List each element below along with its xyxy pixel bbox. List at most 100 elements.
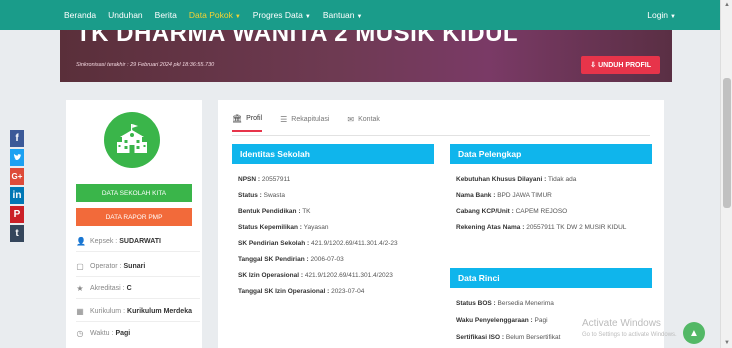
kepemilikan-row: Status Kepemilikan : Yayasan [238, 223, 328, 232]
googleplus-icon[interactable]: G+ [10, 168, 24, 185]
rekening-value: 20557911 TK DW 2 MUSIR KIDUL [526, 224, 627, 231]
pinterest-icon[interactable]: P [10, 206, 24, 223]
data-sekolah-label: DATA SEKOLAH KITA [101, 189, 167, 197]
activate-windows-title: Activate Windows [582, 318, 661, 329]
linkedin-icon[interactable]: in [10, 187, 24, 204]
page-scrollbar[interactable]: ▲ ▼ [720, 0, 732, 348]
scroll-down-icon[interactable]: ▼ [721, 340, 732, 346]
waku-row: Waku Penyelenggaraan : Pagi [456, 316, 548, 325]
npsn-row: NPSN : 20557911 [238, 175, 290, 184]
kepemilikan-value: Yayasan [303, 224, 329, 231]
bentuk-row: Bentuk Pendidikan : TK [238, 207, 311, 216]
status-value: Swasta [263, 192, 285, 199]
pinterest-glyph: P [13, 209, 21, 220]
kebutuhan-row: Kebutuhan Khusus Dilayani : Tidak ada [456, 175, 576, 184]
unduh-profil-label: UNDUH PROFIL [598, 62, 651, 69]
nav-progres-data[interactable]: Progres Data ▼ [253, 10, 311, 20]
kurikulum-label: Kurikulum : [90, 308, 126, 315]
bank-row: Nama Bank : BPD JAWA TIMUR [456, 191, 552, 200]
rekening-row: Rekening Atas Nama : 20557911 TK DW 2 MU… [456, 223, 646, 232]
mail-icon: ✉ [347, 115, 355, 124]
waktu-value: Pagi [115, 330, 131, 337]
pelengkap-title: Data Pelengkap [458, 149, 522, 159]
tgl-sk-pendirian-row: Tanggal SK Pendirian : 2006-07-03 [238, 255, 344, 264]
unduh-profil-button[interactable]: ⇩ UNDUH PROFIL [581, 56, 660, 74]
bank-key: Nama Bank : [456, 192, 496, 199]
star-icon: ★ [76, 284, 84, 293]
waku-key: Waku Penyelenggaraan : [456, 317, 533, 324]
tumblr-glyph: t [15, 228, 19, 239]
kepsek-info: 👤 Kepsek : SUDARWATI [76, 237, 200, 252]
school-name-title: TK DHARMA WANITA 2 MUSIK KIDUL [76, 30, 519, 47]
rinci-header: Data Rinci [450, 268, 652, 288]
login-menu[interactable]: Login ▼ [647, 10, 676, 20]
status-key: Status : [238, 192, 262, 199]
twitter-icon[interactable] [10, 149, 24, 166]
profile-content: 🏛 Profil ☰ Rekapitulasi ✉ Kontak Identitas … [218, 100, 664, 348]
kebutuhan-key: Kebutuhan Khusus Dilayani : [456, 176, 547, 183]
akreditasi-value: C [126, 285, 132, 292]
nav-bantuan[interactable]: Bantuan ▼ [323, 10, 363, 20]
tgl-sk-pendirian-value: 2006-07-03 [310, 256, 344, 263]
bentuk-key: Bentuk Pendidikan : [238, 208, 301, 215]
sk-izin-row: SK Izin Operasional : 421.9/1202.69/411.… [238, 271, 393, 280]
waktu-label: Waktu : [90, 330, 114, 337]
tab-profil[interactable]: 🏛 Profil [232, 114, 263, 132]
bos-row: Status BOS : Bersedia Menerima [456, 299, 554, 308]
top-navbar: Beranda Unduhan Berita Data Pokok ▼ Progr… [0, 0, 720, 30]
scrollbar-thumb[interactable] [723, 78, 731, 208]
nav-berita[interactable]: Berita [155, 10, 177, 20]
iso-value: Belum Bersertifikat [505, 334, 561, 341]
cabang-row: Cabang KCP/Unit : CAPEM REJOSO [456, 207, 567, 216]
curriculum-icon: ▦ [76, 307, 84, 316]
clock-icon: ◷ [76, 329, 84, 338]
waktu-info: ◷ Waktu : Pagi [76, 329, 200, 338]
user-icon: 👤 [76, 237, 86, 246]
tgl-sk-izin-row: Tanggal SK Izin Operasional : 2023-07-04 [238, 287, 364, 296]
sync-info: Sinkronisasi terakhir : 29 Februari 2024… [76, 62, 215, 68]
iso-row: Sertifikasi ISO : Belum Bersertifikat [456, 333, 560, 342]
tab-rekapitulasi[interactable]: ☰ Rekapitulasi [280, 114, 329, 132]
identitas-header: Identitas Sekolah [232, 144, 434, 164]
npsn-value: 20557911 [261, 176, 291, 183]
data-rapor-pmp-button[interactable]: DATA RAPOR PMP [76, 208, 192, 226]
kebutuhan-value: Tidak ada [548, 176, 577, 183]
rekening-key: Rekening Atas Nama : [456, 224, 525, 231]
nav-data-pokok[interactable]: Data Pokok ▼ [189, 10, 241, 20]
sk-pendirian-value: 421.9/1202.69/411.301.4/2-23 [310, 240, 398, 247]
tab-kontak[interactable]: ✉ Kontak [347, 114, 380, 132]
caret-down-icon: ▼ [304, 14, 311, 20]
chat-up-icon[interactable]: ▲ [683, 322, 705, 344]
activate-windows-hint: Go to Settings to activate Windows. [582, 332, 677, 338]
login-label: Login [647, 10, 669, 20]
list-icon: ☰ [280, 115, 288, 124]
nav-unduhan[interactable]: Unduhan [108, 10, 143, 20]
data-rapor-label: DATA RAPOR PMP [105, 213, 163, 221]
nav-bantuan-label: Bantuan [322, 10, 355, 20]
bos-key: Status BOS : [456, 300, 496, 307]
school-building-icon [104, 112, 160, 168]
facebook-icon[interactable]: f [10, 130, 24, 147]
cabang-key: Cabang KCP/Unit : [456, 208, 514, 215]
bentuk-value: TK [302, 208, 311, 215]
status-row: Status : Swasta [238, 191, 285, 200]
school-sidebar: DATA SEKOLAH KITA DATA RAPOR PMP 👤 Kepse… [66, 100, 202, 348]
sk-pendirian-key: SK Pendirian Sekolah : [238, 240, 310, 247]
tab-rekap-label: Rekapitulasi [291, 116, 330, 123]
data-sekolah-kita-button[interactable]: DATA SEKOLAH KITA [76, 184, 192, 202]
kurikulum-value: Kurikulum Merdeka [127, 308, 192, 315]
sk-izin-value: 421.9/1202.69/411.301.4/2023 [304, 272, 393, 279]
sk-pendirian-row: SK Pendirian Sekolah : 421.9/1202.69/411… [238, 239, 398, 248]
operator-label: Operator : [90, 263, 122, 270]
caret-down-icon: ▼ [234, 14, 241, 20]
linkedin-glyph: in [12, 190, 22, 201]
tumblr-icon[interactable]: t [10, 225, 24, 242]
rinci-title: Data Rinci [458, 273, 500, 283]
identitas-title: Identitas Sekolah [240, 149, 310, 159]
scroll-up-icon[interactable]: ▲ [721, 2, 732, 8]
nav-progres-label: Progres Data [252, 10, 303, 20]
tab-profil-label: Profil [246, 115, 263, 122]
kepsek-value: SUDARWATI [119, 238, 161, 245]
sk-izin-key: SK Izin Operasional : [238, 272, 304, 279]
nav-beranda[interactable]: Beranda [64, 10, 96, 20]
